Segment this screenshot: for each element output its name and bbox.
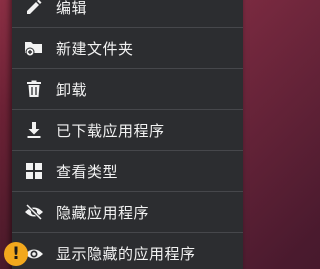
menu-item-label: 编辑 <box>56 0 88 17</box>
menu-item-new-folder[interactable]: 新建文件夹 <box>12 28 243 69</box>
menu-item-label: 隐藏应用程序 <box>56 203 150 222</box>
grid-view-icon <box>12 163 56 179</box>
warning-icon: ! <box>4 242 28 266</box>
menu-item-label: 显示隐藏的应用程序 <box>56 245 196 263</box>
eye-off-icon <box>12 204 56 220</box>
menu-item-label: 查看类型 <box>56 162 119 181</box>
menu-item-show-hidden-apps[interactable]: 显示隐藏的应用程序 <box>12 233 243 269</box>
menu-item-hide-apps[interactable]: 隐藏应用程序 <box>12 192 243 233</box>
menu-item-edit[interactable]: 编辑 <box>12 0 243 28</box>
menu-item-view-type[interactable]: 查看类型 <box>12 151 243 192</box>
menu-item-label: 卸载 <box>56 80 88 99</box>
pencil-icon <box>12 0 56 16</box>
download-icon <box>12 121 56 139</box>
menu-item-uninstall[interactable]: 卸载 <box>12 69 243 110</box>
warning-symbol: ! <box>12 244 20 264</box>
new-folder-icon <box>12 39 56 57</box>
menu-item-downloaded-apps[interactable]: 已下载应用程序 <box>12 110 243 151</box>
wallpaper-background <box>0 0 12 269</box>
menu-item-label: 新建文件夹 <box>56 39 134 58</box>
trash-icon <box>12 80 56 98</box>
menu-item-label: 已下载应用程序 <box>56 121 165 140</box>
context-menu: 编辑 新建文件夹 卸载 已下载应用程序 查看类型 隐藏应用程序 显示隐藏的应用程… <box>12 0 243 269</box>
